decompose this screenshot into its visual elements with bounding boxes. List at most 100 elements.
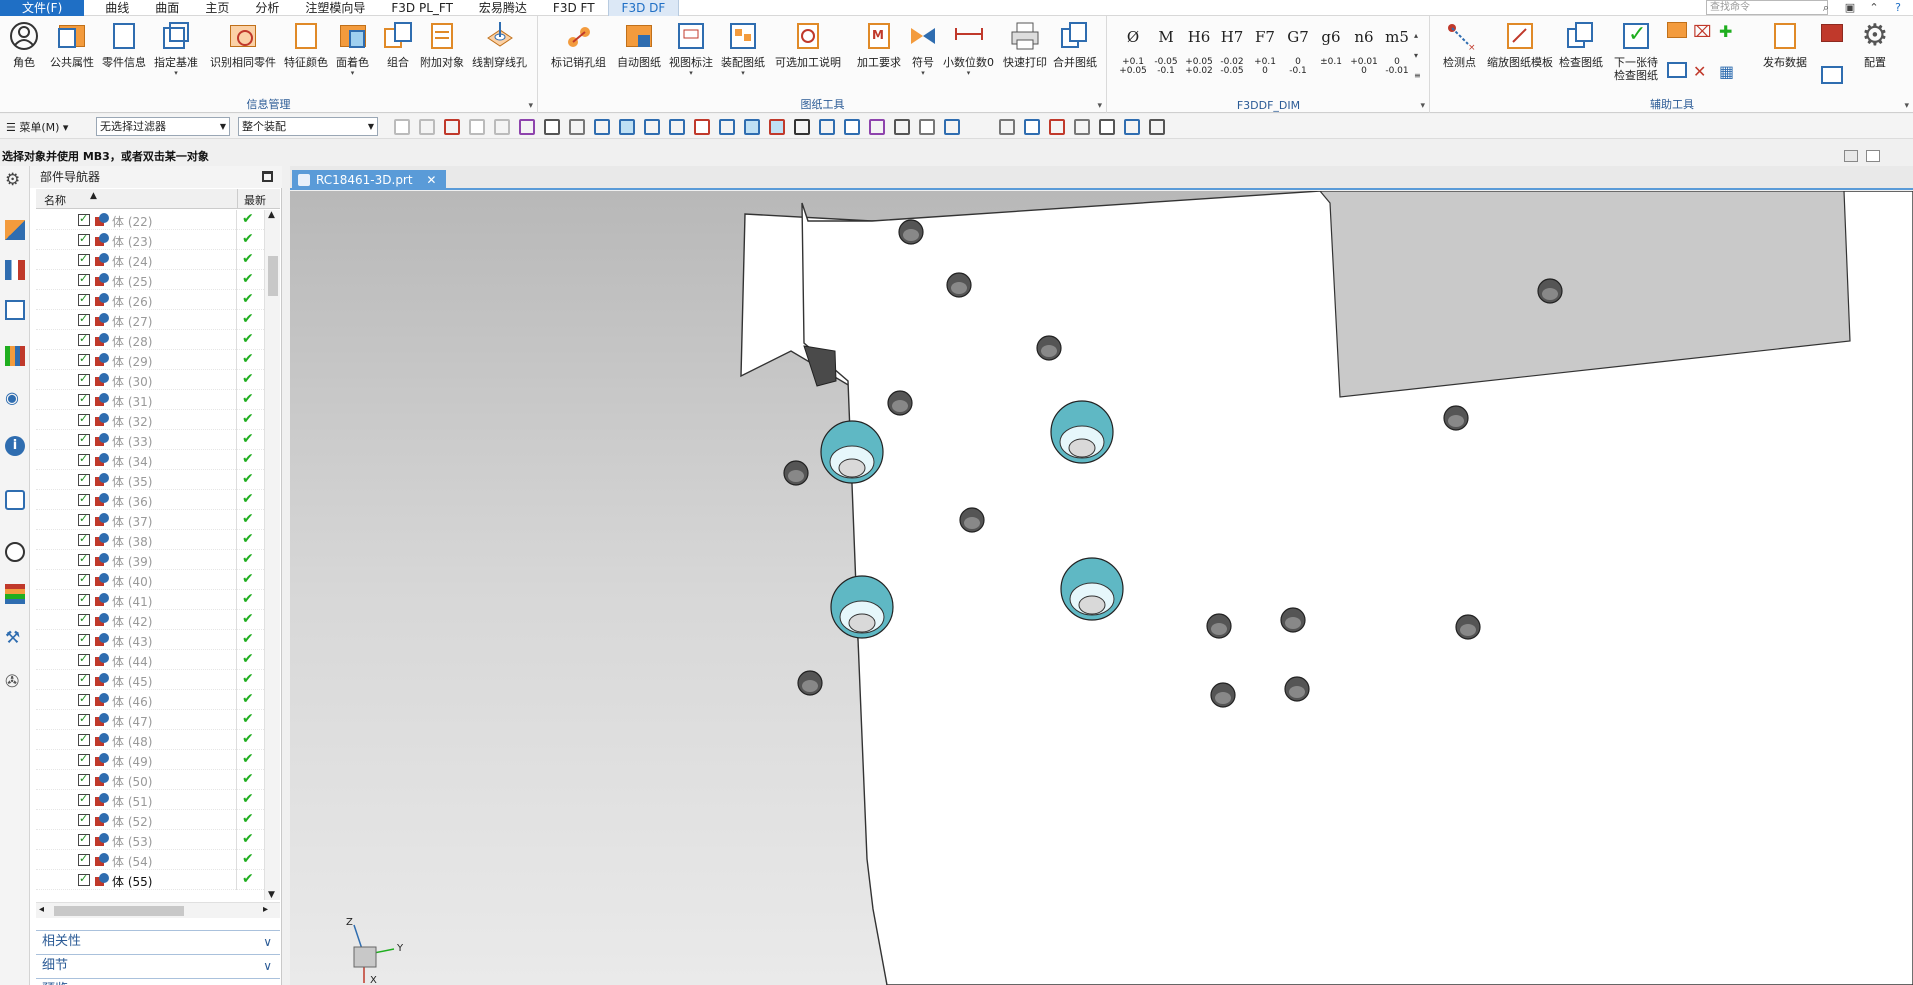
visibility-checkbox[interactable] xyxy=(78,292,90,306)
surface-icon[interactable] xyxy=(894,119,910,135)
dim-tolerance-button[interactable]: g6 ±0.1 xyxy=(1316,28,1346,67)
configure-button[interactable]: ⚙ 配置 xyxy=(1859,20,1891,70)
quick-print-button[interactable]: 快速打印 xyxy=(1003,20,1047,69)
reuse-library-icon[interactable] xyxy=(5,346,25,366)
scroll-thumb[interactable] xyxy=(54,906,184,916)
tool-icon[interactable]: ✇ xyxy=(5,672,25,692)
visibility-checkbox[interactable] xyxy=(78,752,90,766)
dim-tolerance-button[interactable]: n6 +0.01 0 xyxy=(1349,28,1379,76)
restore-icon[interactable]: ▣ xyxy=(1840,0,1860,16)
tree-row-body[interactable]: 体 (32) ✔ xyxy=(36,410,264,430)
roles-icon[interactable] xyxy=(5,584,25,604)
delete-red-icon[interactable]: ✕ xyxy=(1693,62,1713,82)
tree-row-body[interactable]: 体 (46) ✔ xyxy=(36,690,264,710)
preview-panel[interactable]: 预览∨ xyxy=(36,978,280,985)
tree-row-body[interactable]: 体 (55) ✔ xyxy=(36,870,264,890)
tree-row-body[interactable]: 体 (23) ✔ xyxy=(36,230,264,250)
tab-surface[interactable]: 曲面 xyxy=(142,0,192,16)
combine-button[interactable]: 组合 xyxy=(382,20,414,69)
tree-row-body[interactable]: 体 (26) ✔ xyxy=(36,290,264,310)
frame-icon[interactable] xyxy=(1667,62,1687,78)
tree-row-body[interactable]: 体 (31) ✔ xyxy=(36,390,264,410)
constraint-navigator-icon[interactable] xyxy=(5,260,25,280)
visibility-checkbox[interactable] xyxy=(78,812,90,826)
visibility-checkbox[interactable] xyxy=(78,232,90,246)
window-icon[interactable] xyxy=(1866,150,1880,162)
visibility-checkbox[interactable] xyxy=(78,732,90,746)
snap-icon[interactable] xyxy=(394,119,410,135)
wave-icon[interactable] xyxy=(744,119,760,135)
tree-row-body[interactable]: 体 (47) ✔ xyxy=(36,710,264,730)
curve-icon[interactable] xyxy=(669,119,685,135)
dim-tolerance-button[interactable]: H6 +0.05 +0.02 xyxy=(1184,28,1214,76)
machining-requirements-button[interactable]: M 加工要求 xyxy=(857,20,901,69)
spline-icon[interactable] xyxy=(694,119,710,135)
identify-same-parts-button[interactable]: 识别相同零件 xyxy=(210,20,276,69)
help-icon[interactable]: ? xyxy=(1888,0,1908,16)
tree-row-body[interactable]: 体 (35) ✔ xyxy=(36,470,264,490)
tree-row-body[interactable]: 体 (33) ✔ xyxy=(36,430,264,450)
tree-row-body[interactable]: 体 (28) ✔ xyxy=(36,330,264,350)
target-icon[interactable] xyxy=(519,119,535,135)
decimal-places-button[interactable]: 小数位数0 ▾ xyxy=(943,20,994,77)
robot-icon[interactable]: ⚒ xyxy=(5,628,25,648)
visibility-checkbox[interactable] xyxy=(78,372,90,386)
tree-row-body[interactable]: 体 (24) ✔ xyxy=(36,250,264,270)
visibility-checkbox[interactable] xyxy=(78,632,90,646)
grid-icon[interactable] xyxy=(1074,119,1090,135)
visibility-checkbox[interactable] xyxy=(78,392,90,406)
gallery-scroll-icon[interactable]: ▴ ▾ ≡ xyxy=(1414,26,1421,86)
navigator-horizontal-scrollbar[interactable]: ◂ ▸ xyxy=(36,902,280,918)
center-point-icon[interactable] xyxy=(794,119,810,135)
visibility-checkbox[interactable] xyxy=(78,352,90,366)
dim-tolerance-button[interactable]: G7 0 -0.1 xyxy=(1283,28,1313,76)
feature-color-button[interactable]: 特征颜色 xyxy=(284,20,328,69)
tab-file[interactable]: 文件(F) xyxy=(0,0,85,16)
check-drawing-button[interactable]: 检查图纸 xyxy=(1559,20,1603,69)
tree-row-body[interactable]: 体 (27) ✔ xyxy=(36,310,264,330)
chevron-right-icon[interactable]: ▸ xyxy=(263,904,268,915)
tree-row-body[interactable]: 体 (36) ✔ xyxy=(36,490,264,510)
group-expand-icon[interactable]: ▾ xyxy=(528,101,533,111)
graphics-window[interactable]: Y Z X xyxy=(290,191,1913,985)
tree-row-body[interactable]: 体 (42) ✔ xyxy=(36,610,264,630)
tree-row-body[interactable]: 体 (50) ✔ xyxy=(36,770,264,790)
next-to-check-drawing-button[interactable]: ✓ 下一张待检查图纸 xyxy=(1611,20,1661,82)
tree-row-body[interactable]: 体 (40) ✔ xyxy=(36,570,264,590)
details-panel[interactable]: 细节 ∨ xyxy=(36,954,280,976)
tree-row-body[interactable]: 体 (37) ✔ xyxy=(36,510,264,530)
visibility-checkbox[interactable] xyxy=(78,552,90,566)
menu-button[interactable]: ☰ 菜单(M) ▾ xyxy=(6,119,68,135)
common-attributes-button[interactable]: 公共属性 xyxy=(50,20,94,69)
publish-data-button[interactable]: 发布数据 xyxy=(1763,20,1807,69)
snap-icon[interactable] xyxy=(494,119,510,135)
group-expand-icon[interactable]: ▾ xyxy=(1904,101,1909,111)
tree-row-body[interactable]: 体 (29) ✔ xyxy=(36,350,264,370)
history-icon[interactable] xyxy=(5,490,25,510)
scope-select[interactable]: 整个装配 ▼ xyxy=(238,117,378,136)
tab-analysis[interactable]: 分析 xyxy=(242,0,292,16)
chevron-up-icon[interactable]: ▲ xyxy=(268,210,275,220)
mark-pin-hole-group-button[interactable]: 标记销孔组 xyxy=(551,20,606,69)
rectangle-select-icon[interactable] xyxy=(544,119,560,135)
layer-icon[interactable] xyxy=(1049,119,1065,135)
assembly-navigator-icon[interactable] xyxy=(5,220,25,240)
check-point-button[interactable]: × 检测点 xyxy=(1443,20,1476,69)
tree-row-body[interactable]: 体 (25) ✔ xyxy=(36,270,264,290)
dim-tolerance-button[interactable]: H7 -0.02 -0.05 xyxy=(1217,28,1247,76)
tree-row-body[interactable]: 体 (22) ✔ xyxy=(36,210,264,230)
tree-row-body[interactable]: 体 (30) ✔ xyxy=(36,370,264,390)
column-latest-header[interactable]: 最新 xyxy=(244,192,266,208)
view-icon[interactable] xyxy=(944,119,960,135)
visibility-checkbox[interactable] xyxy=(78,872,90,886)
maximize-icon[interactable] xyxy=(262,171,273,182)
visibility-checkbox[interactable] xyxy=(78,692,90,706)
tree-row-body[interactable]: 体 (38) ✔ xyxy=(36,530,264,550)
dim-tolerance-button[interactable]: M -0.05 -0.1 xyxy=(1151,28,1181,76)
cube-icon[interactable] xyxy=(594,119,610,135)
shading-icon[interactable] xyxy=(869,119,885,135)
tab-f3d-df[interactable]: F3D DF xyxy=(607,0,680,16)
snap-icon[interactable] xyxy=(419,119,435,135)
visibility-checkbox[interactable] xyxy=(78,652,90,666)
cube-icon[interactable] xyxy=(1124,119,1140,135)
